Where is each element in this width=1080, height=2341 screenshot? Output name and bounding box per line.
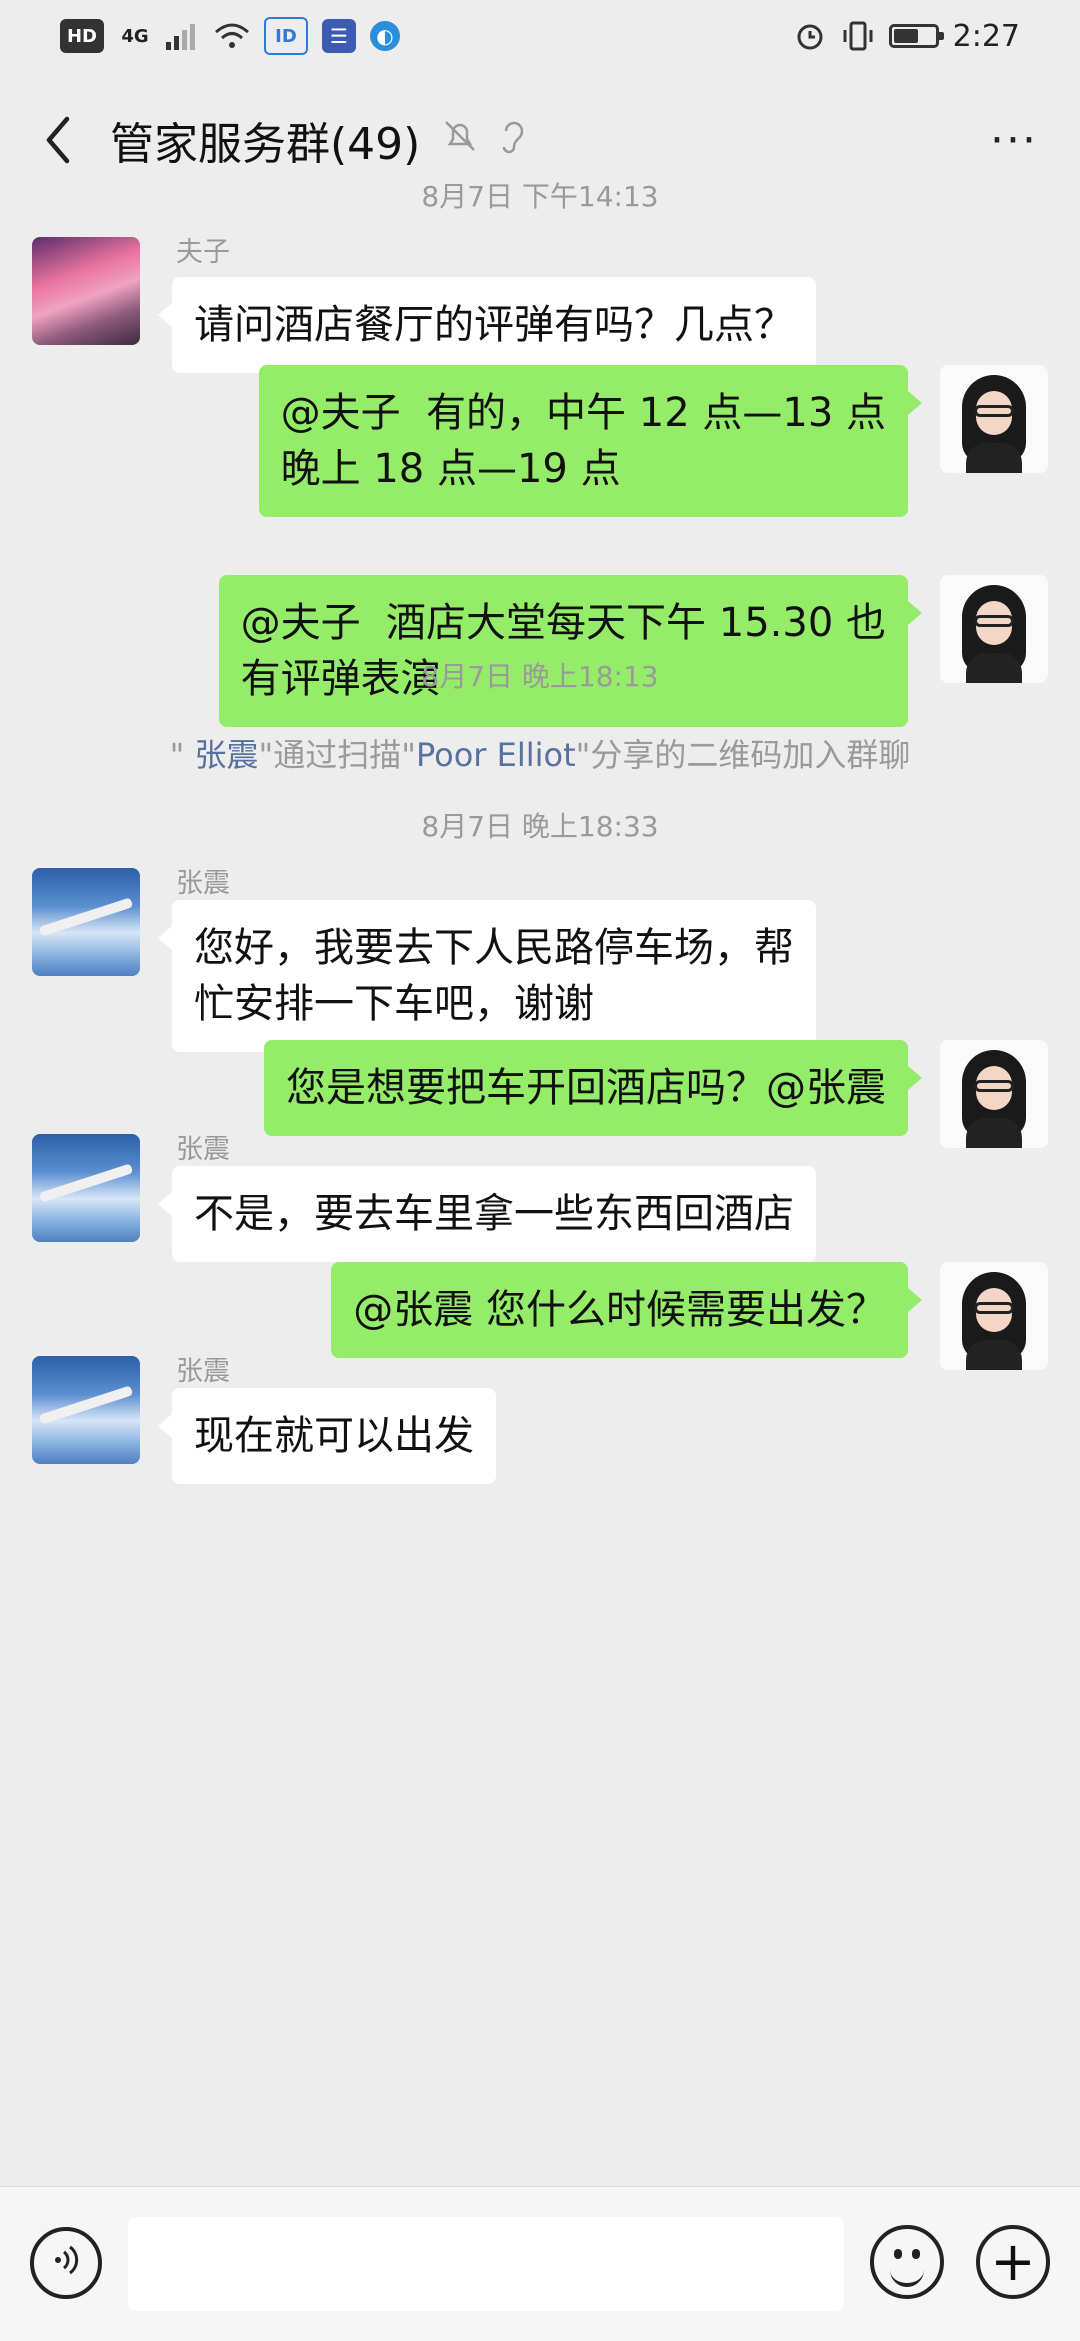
outgoing-message-bubble[interactable]: 您是想要把车开回酒店吗？@张震 <box>264 1040 922 1136</box>
input-bar: + <box>0 2186 1080 2341</box>
back-button[interactable] <box>28 110 88 170</box>
airplane-avatar[interactable] <box>32 868 140 976</box>
system-message-name: 张震 <box>194 736 259 774</box>
vibrate-icon <box>841 19 875 53</box>
system-message-text: " <box>169 736 195 774</box>
incoming-message-bubble[interactable]: 请问酒店餐厅的评弹有吗？几点？ <box>158 277 816 373</box>
plus-button[interactable]: + <box>976 2225 1050 2299</box>
timestamp: 8月7日 晚上18:33 <box>421 810 659 843</box>
incoming-message-bubble[interactable]: 不是，要去车里拿一些东西回酒店 <box>158 1166 816 1262</box>
system-message: " 张震"通过扫描"Poor Elliot"分享的二维码加入群聊 <box>0 730 1080 776</box>
timestamp: 8月7日 下午14:13 <box>421 180 659 213</box>
message-input[interactable] <box>128 2217 844 2311</box>
back-arrow-icon <box>46 116 70 164</box>
status-left-icons: HD 4G ID ☰ ◐ <box>60 17 400 55</box>
alarm-icon <box>793 19 827 53</box>
browser-icon: ◐ <box>370 21 400 51</box>
timestamp: 8月7日 晚上18:13 <box>421 660 659 693</box>
voice-icon <box>48 2242 84 2285</box>
battery-level-fill <box>893 29 918 43</box>
chat-title: 管家服务群(49) <box>110 119 421 170</box>
voice-button[interactable] <box>30 2227 102 2299</box>
system-message-text: "通过扫描" <box>258 736 416 774</box>
outgoing-message-bubble[interactable]: @夫子 有的，中午 12 点—13 点 晚上 18 点—19 点 <box>258 365 923 517</box>
airplane-avatar[interactable] <box>32 1356 140 1464</box>
outgoing-message-bubble[interactable]: @夫子 酒店大堂每天下午 15.30 也 有评弹表演 <box>218 575 923 727</box>
system-message-text: "分享的二维码加入群聊 <box>575 736 911 774</box>
wifi-icon <box>214 19 250 53</box>
plus-icon: + <box>990 2230 1036 2293</box>
emoji-button[interactable] <box>870 2225 944 2299</box>
sender-name: 张震 <box>176 1134 230 1165</box>
earpiece-icon <box>498 117 528 164</box>
signal-icon <box>166 19 200 53</box>
network-4g-icon: 4G <box>121 25 149 47</box>
cherry-blossom-avatar[interactable] <box>32 237 140 345</box>
sender-name: 张震 <box>176 868 230 899</box>
sender-name: 夫子 <box>176 237 230 268</box>
more-options-button[interactable]: ··· <box>984 115 1044 166</box>
status-right-icons: 2:27 <box>793 19 1020 54</box>
sender-name: 张震 <box>176 1356 230 1387</box>
mute-bell-icon <box>442 118 478 163</box>
status-time: 2:27 <box>952 18 1020 54</box>
woman-avatar[interactable] <box>940 1262 1048 1370</box>
woman-avatar[interactable] <box>940 365 1048 473</box>
outgoing-message-bubble[interactable]: @张震 您什么时候需要出发？ <box>331 1262 922 1358</box>
id-app-icon: ID <box>264 17 308 55</box>
hd-icon: HD <box>60 19 104 53</box>
battery-icon <box>888 24 944 48</box>
incoming-message-bubble[interactable]: 您好，我要去下人民路停车场，帮 忙安排一下车吧，谢谢 <box>158 900 816 1052</box>
airplane-avatar[interactable] <box>32 1134 140 1242</box>
woman-avatar[interactable] <box>940 1040 1048 1148</box>
status-bar: HD 4G ID ☰ ◐ 2:27 <box>0 0 1080 72</box>
system-message-name: Poor Elliot <box>415 736 576 774</box>
incoming-message-bubble[interactable]: 现在就可以出发 <box>158 1388 496 1484</box>
header-status-icons <box>442 117 528 164</box>
app-notification-icon: ☰ <box>322 19 356 53</box>
